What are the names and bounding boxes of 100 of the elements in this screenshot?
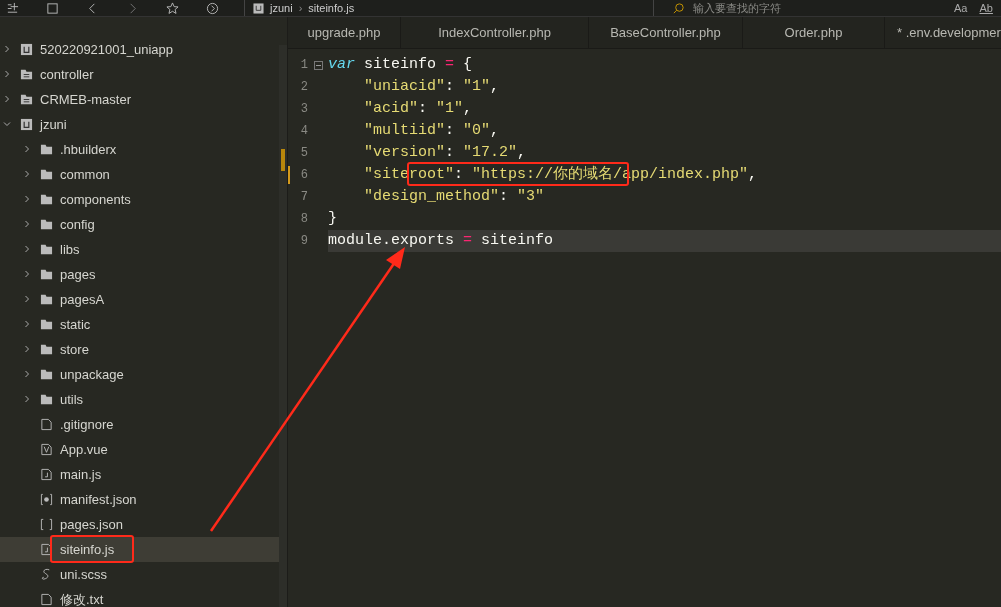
tree-item-label: pages [60,267,96,282]
run-icon[interactable] [206,1,219,15]
scrollbar[interactable] [279,45,287,607]
file-icon [40,418,53,431]
tree-item[interactable]: config [0,212,279,237]
folder-icon [40,318,53,331]
editor-tab[interactable]: IndexController.php [401,17,589,48]
line-number: 2 [299,80,308,94]
tree-item-label: components [60,192,131,207]
editor-tab[interactable]: BaseController.php [589,17,743,48]
tree-item[interactable]: jzuni [0,112,279,137]
chevron-right-icon[interactable] [23,344,31,353]
line-number: 7 [299,190,308,204]
tree-item[interactable]: .hbuilderx [0,137,279,162]
tree-item[interactable]: unpackage [0,362,279,387]
tree-item-label: App.vue [60,442,108,457]
chevron-right-icon[interactable] [23,369,31,378]
folder-icon [40,243,53,256]
tree-item[interactable]: pages.json [0,512,279,537]
tree-item-label: static [60,317,91,332]
square-icon[interactable] [46,1,59,15]
tree-item[interactable]: manifest.json [0,487,279,512]
editor-tab[interactable]: Order.php [743,17,885,48]
breadcrumb-separator: › [298,2,303,14]
breadcrumb-item[interactable]: jzuni [270,2,293,14]
breadcrumb-item[interactable]: siteinfo.js [308,2,355,14]
tree-item[interactable]: uni.scss [0,562,279,587]
tree-item[interactable]: controller [0,62,279,87]
folder-icon [40,143,53,156]
line-number: 4 [299,124,308,138]
folder-icon [40,168,53,181]
tree-item[interactable]: common [0,162,279,187]
editor-tab[interactable]: * .env.developmer [885,17,1001,48]
brackets-icon [40,518,53,531]
tree-item[interactable]: siteinfo.js [0,537,279,562]
chevron-right-icon[interactable] [23,194,31,203]
search-icon [672,1,685,15]
tree-item[interactable]: main.js [0,462,279,487]
tree-item[interactable]: utils [0,387,279,412]
chevron-right-icon[interactable] [23,219,31,228]
line-number: 9 [299,234,308,248]
tree-item-label: main.js [60,467,102,482]
chevron-right-icon[interactable] [3,94,11,103]
tree-item-label: .gitignore [60,417,114,432]
tree-item-label: CRMEB-master [40,92,131,107]
tree-item-label: libs [60,242,80,257]
folder-icon [40,268,53,281]
tree-item-label: siteinfo.js [60,542,115,557]
chevron-right-icon[interactable] [23,269,31,278]
tree-item-label: 520220921001_uniapp [40,42,174,57]
settings-file-icon [40,493,53,506]
tree-item-label: pages.json [60,517,123,532]
editor-tab[interactable]: upgrade.php [288,17,401,48]
chevron-right-icon[interactable] [23,294,31,303]
line-number: 1 [299,58,308,72]
whole-word-toggle[interactable]: Ab [979,2,993,14]
folder-icon [40,393,53,406]
tree-item-label: jzuni [40,117,67,132]
chevron-right-icon[interactable] [23,394,31,403]
folder-icon [40,193,53,206]
code-line: "multiid": "0", [363,121,501,141]
chevron-right-icon[interactable] [23,144,31,153]
folder-icon [40,368,53,381]
tree-item-label: manifest.json [60,492,137,507]
tree-item[interactable]: components [0,187,279,212]
tree-item[interactable]: static [0,312,279,337]
tree-item[interactable]: CRMEB-master [0,87,279,112]
chevron-right-icon[interactable] [23,319,31,328]
tree-item[interactable]: App.vue [0,437,279,462]
chevron-right-icon[interactable] [3,44,11,53]
tree-item-label: utils [60,392,84,407]
match-case-toggle[interactable]: Aa [954,2,968,14]
code-line: "acid": "1", [363,99,474,119]
star-icon[interactable] [166,1,179,15]
chevron-down-icon[interactable] [3,119,11,128]
folder-icon [20,93,33,106]
code-line: "design_method": "3" [363,187,546,207]
search-field[interactable]: 输入要查找的字符 [693,1,923,15]
line-number: 6 [299,168,308,182]
folder-icon [40,293,53,306]
tree-item[interactable]: .gitignore [0,412,279,437]
code-line: var siteinfo = { [328,55,474,75]
chevron-right-icon[interactable] [23,169,31,178]
fold-icon[interactable] [313,60,323,70]
tree-item[interactable]: store [0,337,279,362]
chevron-right-icon[interactable] [23,244,31,253]
folder-icon [20,68,33,81]
chevron-right-icon[interactable] [3,69,11,78]
code-line: "uniacid": "1", [363,77,501,97]
script-file-icon [40,468,53,481]
new-file-icon[interactable] [6,1,19,15]
tree-item-label: config [60,217,95,232]
tree-item[interactable]: pagesA [0,287,279,312]
tree-item[interactable]: 修改.txt [0,587,279,607]
tree-item-label: store [60,342,89,357]
tree-item[interactable]: pages [0,262,279,287]
tree-item[interactable]: libs [0,237,279,262]
project-icon [20,118,33,131]
file-icon [40,593,53,606]
tree-item[interactable]: 520220921001_uniapp [0,37,279,62]
